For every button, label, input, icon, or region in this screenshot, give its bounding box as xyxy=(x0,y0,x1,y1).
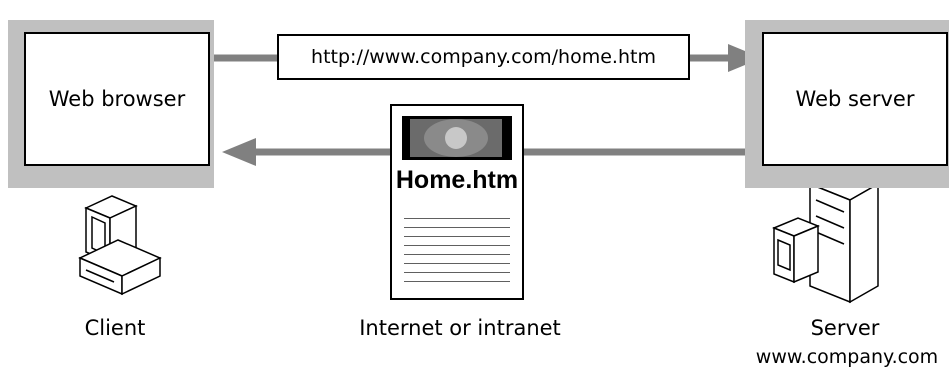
server-computer-icon xyxy=(772,167,880,304)
request-url-box: http://www.company.com/home.htm xyxy=(277,34,690,80)
web-request-diagram: Web browser Web server http://www.compan… xyxy=(0,0,949,380)
client-computer-icon xyxy=(78,195,162,296)
server-label: Server xyxy=(810,316,880,340)
request-url-text: http://www.company.com/home.htm xyxy=(311,46,656,68)
web-browser-label: Web browser xyxy=(48,87,186,111)
network-label: Internet or intranet xyxy=(359,316,561,340)
web-server-box: Web server xyxy=(762,32,948,166)
response-arrowhead xyxy=(222,138,256,166)
web-browser-box: Web browser xyxy=(24,32,210,166)
page-banner xyxy=(402,116,512,160)
web-page-icon: Home.htm xyxy=(390,104,524,300)
web-server-label: Web server xyxy=(795,87,915,111)
page-title: Home.htm xyxy=(395,166,519,194)
page-text-lines xyxy=(404,210,510,290)
client-label: Client xyxy=(84,316,146,340)
server-host-label: www.company.com xyxy=(755,346,939,368)
